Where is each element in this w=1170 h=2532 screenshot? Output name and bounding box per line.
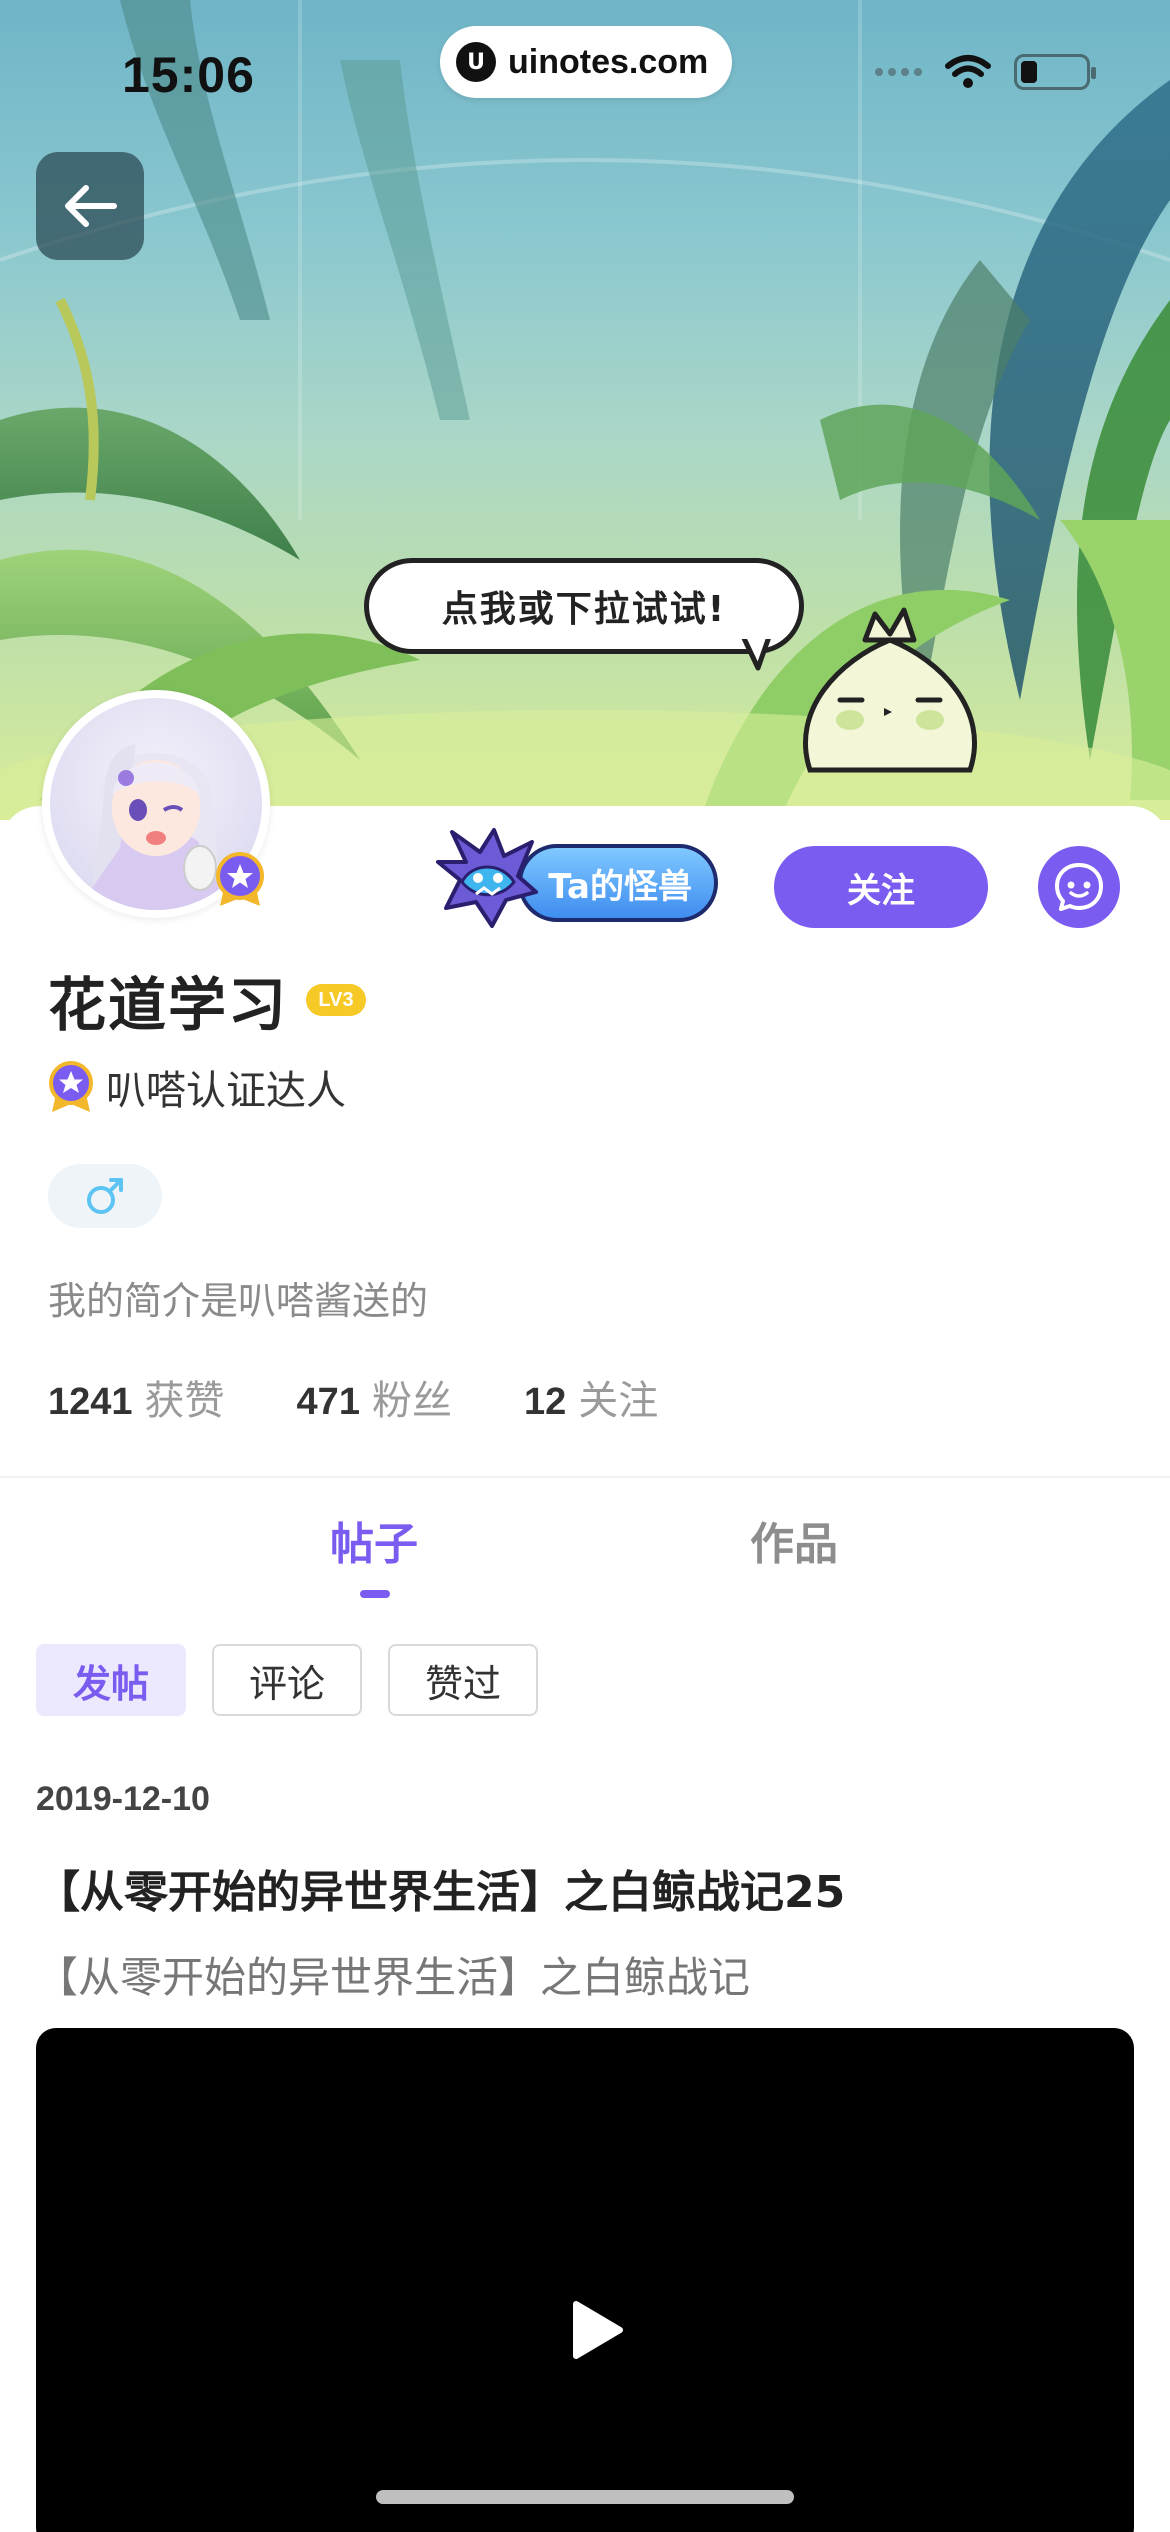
monster-icon	[436, 828, 538, 928]
stat-fans-label: 粉丝	[371, 1378, 452, 1424]
back-button[interactable]	[36, 152, 144, 260]
home-indicator	[376, 2490, 794, 2504]
cellular-icon	[875, 68, 922, 76]
monster-button[interactable]: Ta的怪兽	[432, 822, 724, 932]
follow-button[interactable]: 关注	[774, 846, 988, 928]
profile-bio: 我的简介是叭嗒酱送的	[48, 1279, 429, 1323]
level-badge[interactable]: LV3	[306, 984, 367, 1016]
stat-following-count: 12	[523, 1381, 567, 1423]
hint-bubble[interactable]: 点我或下拉试试!	[364, 558, 804, 654]
verified-badge-icon	[216, 852, 264, 906]
certification-row[interactable]: 叭嗒认证达人	[48, 1058, 346, 1116]
profile-name: 花道学习	[48, 971, 289, 1039]
arrow-left-icon	[65, 185, 117, 227]
section-divider	[0, 1476, 1170, 1478]
content-tabs: 帖子 作品	[0, 1508, 1170, 1598]
stat-likes-count: 1241	[48, 1381, 133, 1423]
mascot-dumpling-icon[interactable]	[780, 600, 1000, 820]
profile-name-row: 花道学习 LV3	[48, 958, 367, 1042]
play-icon[interactable]	[566, 2298, 626, 2362]
stat-following[interactable]: 12 关注	[524, 1368, 658, 1426]
bubble-tail	[740, 634, 774, 671]
filter-comments[interactable]: 评论	[212, 1644, 362, 1716]
certification-text: 叭嗒认证达人	[106, 1068, 346, 1114]
status-time: 15:06	[122, 47, 255, 103]
tab-works[interactable]: 作品	[750, 1508, 838, 1572]
stat-likes-label: 获赞	[144, 1378, 225, 1424]
tab-posts[interactable]: 帖子	[330, 1508, 418, 1572]
filter-posted[interactable]: 发帖	[36, 1644, 186, 1716]
gender-tag	[48, 1164, 162, 1228]
tab-active-indicator	[360, 1590, 390, 1598]
post-date: 2019-12-10	[36, 1780, 210, 1818]
uinotes-logo-icon: U	[456, 42, 496, 82]
chat-button[interactable]	[1038, 846, 1120, 928]
certification-badge-icon	[49, 1061, 93, 1112]
male-icon	[87, 1178, 123, 1214]
wifi-icon	[945, 55, 991, 88]
battery-icon	[1014, 54, 1096, 90]
chat-bubble-icon	[1055, 863, 1103, 911]
filter-liked[interactable]: 赞过	[388, 1644, 538, 1716]
post-filters: 发帖 评论 赞过	[36, 1644, 538, 1716]
status-bar: 15:06 U uinotes.com	[0, 0, 1170, 140]
stat-fans-count: 471	[296, 1381, 360, 1423]
url-pill[interactable]: U uinotes.com	[440, 26, 732, 98]
post-video[interactable]	[36, 2028, 1134, 2532]
url-text: uinotes.com	[508, 42, 709, 81]
profile-stats: 1241 获赞 471 粉丝 12 关注	[48, 1368, 730, 1426]
status-icons	[875, 54, 1096, 90]
post-subtitle: 【从零开始的异世界生活】之白鲸战记	[36, 1953, 751, 2002]
monster-button-label: Ta的怪兽	[518, 844, 718, 922]
stat-fans[interactable]: 471 粉丝	[297, 1368, 452, 1426]
stat-likes[interactable]: 1241 获赞	[48, 1368, 225, 1426]
post-title[interactable]: 【从零开始的异世界生活】之白鲸战记25	[36, 1856, 845, 1920]
stat-following-label: 关注	[578, 1378, 659, 1424]
